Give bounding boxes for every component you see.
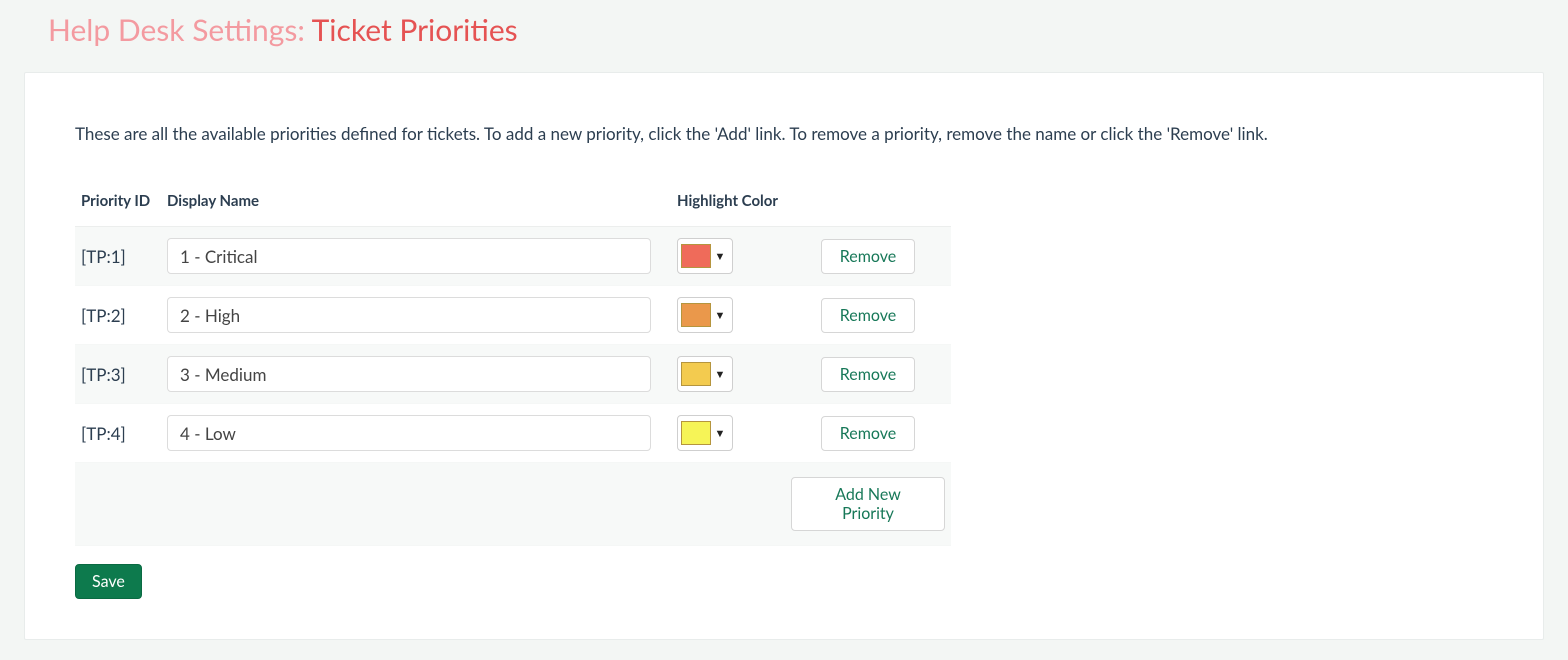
priorities-table: Priority ID Display Name Highlight Color… [75, 184, 951, 546]
title-main: Ticket Priorities [312, 12, 518, 48]
highlight-color-picker[interactable]: ▼ [677, 238, 733, 274]
add-new-priority-button[interactable]: Add New Priority [791, 477, 945, 531]
display-name-input[interactable] [167, 297, 651, 333]
priority-id-label: [TP:2] [81, 305, 126, 326]
remove-button[interactable]: Remove [821, 239, 915, 274]
column-header-actions [785, 184, 951, 227]
table-footer-row: Add New Priority [75, 463, 951, 546]
chevron-down-icon: ▼ [711, 309, 729, 322]
priority-id-label: [TP:3] [81, 364, 126, 385]
table-row: [TP:4] ▼ Remove [75, 404, 951, 463]
table-row: [TP:3] ▼ Remove [75, 345, 951, 404]
color-swatch [681, 421, 711, 445]
table-row: [TP:2] ▼ Remove [75, 286, 951, 345]
color-swatch [681, 244, 711, 268]
priority-id-label: [TP:4] [81, 423, 126, 444]
priority-id-label: [TP:1] [81, 246, 126, 267]
highlight-color-picker[interactable]: ▼ [677, 297, 733, 333]
chevron-down-icon: ▼ [711, 427, 729, 440]
display-name-input[interactable] [167, 415, 651, 451]
title-prefix: Help Desk Settings: [48, 12, 305, 48]
save-button[interactable]: Save [75, 564, 142, 599]
column-header-highlight-color: Highlight Color [671, 184, 785, 227]
highlight-color-picker[interactable]: ▼ [677, 415, 733, 451]
color-swatch [681, 303, 711, 327]
remove-button[interactable]: Remove [821, 416, 915, 451]
description-text: These are all the available priorities d… [75, 123, 1493, 144]
display-name-input[interactable] [167, 238, 651, 274]
column-header-display-name: Display Name [161, 184, 671, 227]
settings-panel: These are all the available priorities d… [24, 72, 1544, 640]
remove-button[interactable]: Remove [821, 298, 915, 333]
table-row: [TP:1] ▼ Remove [75, 227, 951, 286]
remove-button[interactable]: Remove [821, 357, 915, 392]
highlight-color-picker[interactable]: ▼ [677, 356, 733, 392]
display-name-input[interactable] [167, 356, 651, 392]
column-header-priority-id: Priority ID [75, 184, 161, 227]
color-swatch [681, 362, 711, 386]
page-title: Help Desk Settings: Ticket Priorities [24, 0, 1544, 72]
chevron-down-icon: ▼ [711, 368, 729, 381]
chevron-down-icon: ▼ [711, 250, 729, 263]
